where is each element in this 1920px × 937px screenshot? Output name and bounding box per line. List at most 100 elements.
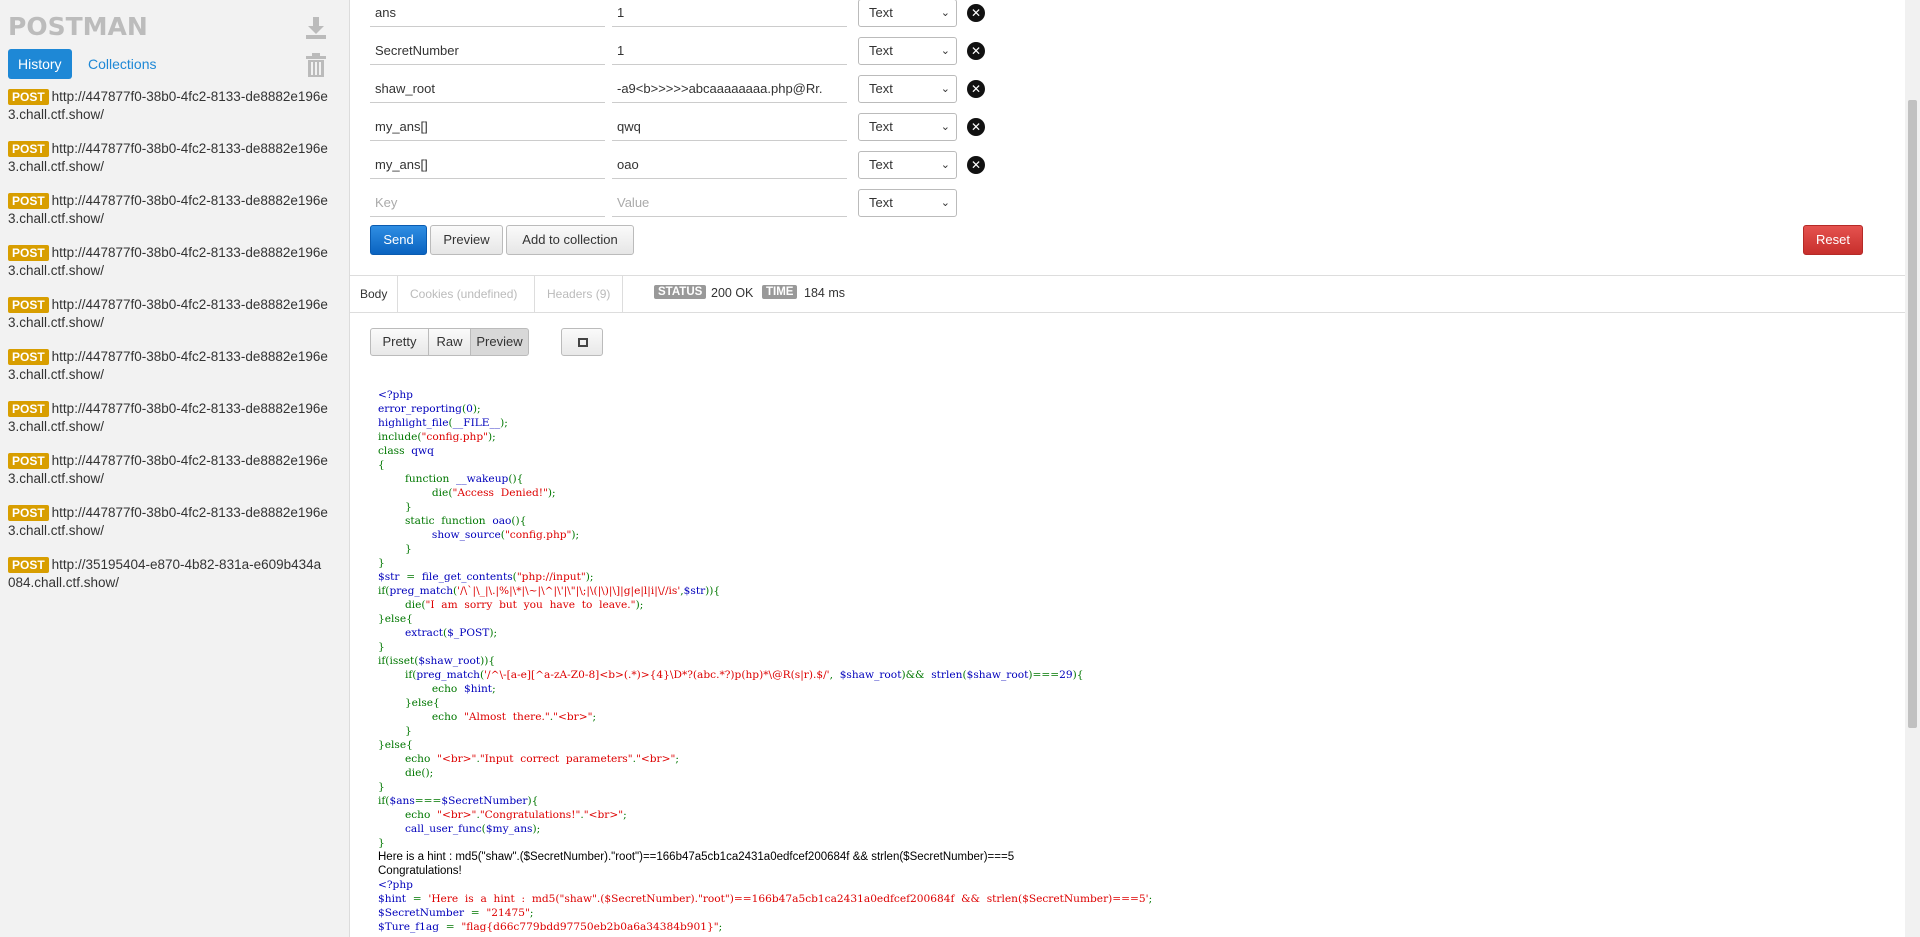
chevron-down-icon: ⌄	[940, 159, 950, 171]
tab-headers[interactable]: Headers (9)	[547, 287, 610, 301]
param-type-select[interactable]: Text ⌄	[858, 151, 957, 179]
param-value-input[interactable]	[612, 75, 847, 103]
chevron-down-icon: ⌄	[940, 121, 950, 133]
tab-divider	[622, 276, 623, 312]
code-token: );	[488, 431, 496, 443]
history-item[interactable]: POST http://447877f0-38b0-4fc2-8133-de888…	[8, 244, 338, 296]
trash-icon[interactable]	[305, 52, 327, 78]
time-label: TIME	[762, 285, 798, 299]
chevron-down-icon: ⌄	[940, 83, 950, 95]
history-item[interactable]: POST http://447877f0-38b0-4fc2-8133-de888…	[8, 88, 338, 140]
code-token: }	[378, 781, 385, 793]
param-key-input[interactable]	[370, 37, 605, 65]
param-value-input[interactable]	[612, 113, 847, 141]
param-key-input[interactable]	[370, 189, 605, 217]
tab-collections[interactable]: Collections	[88, 49, 156, 79]
code-token: {	[488, 655, 496, 667]
history-item[interactable]: POST http://447877f0-38b0-4fc2-8133-de888…	[8, 296, 338, 348]
tab-divider	[534, 276, 535, 312]
remove-param-icon[interactable]: ✕	[967, 4, 985, 22]
history-url: http://447877f0-38b0-4fc2-8133-de8882e19…	[8, 141, 328, 174]
history-item[interactable]: POST http://35195404-e870-4b82-831a-e609b…	[8, 556, 338, 608]
code-line: }	[378, 500, 1878, 514]
code-token: ;	[529, 907, 534, 919]
scrollbar-thumb[interactable]	[1908, 100, 1917, 728]
app-logo: POSTMAN	[8, 12, 148, 41]
param-type-select[interactable]: Text ⌄	[858, 189, 957, 217]
history-url: http://447877f0-38b0-4fc2-8133-de8882e19…	[8, 505, 328, 538]
history-url: http://35195404-e870-4b82-831a-e609b434a…	[8, 557, 322, 590]
param-value-input[interactable]	[612, 151, 847, 179]
code-line: die("I am sorry but you have to leave.")…	[378, 598, 1878, 612]
param-type-select[interactable]: Text ⌄	[858, 37, 957, 65]
tab-history[interactable]: History	[8, 49, 72, 79]
preview-button[interactable]: Preview	[430, 225, 503, 255]
code-token: }	[378, 837, 385, 849]
param-key-input[interactable]	[370, 0, 605, 27]
code-token: );	[571, 529, 580, 541]
method-badge: POST	[8, 297, 49, 313]
code-token: $shaw_root	[966, 669, 1029, 681]
code-line: }else{	[378, 738, 1878, 752]
code-token: Congratulations!	[378, 865, 462, 877]
code-token: if(isset(	[378, 655, 419, 667]
code-token: $hint	[464, 683, 493, 695]
param-key-input[interactable]	[370, 75, 605, 103]
tab-cookies[interactable]: Cookies (undefined)	[410, 287, 517, 301]
download-icon[interactable]	[305, 16, 327, 40]
fullscreen-icon[interactable]	[561, 328, 603, 356]
param-type-select[interactable]: Text ⌄	[858, 113, 957, 141]
history-item[interactable]: POST http://447877f0-38b0-4fc2-8133-de888…	[8, 400, 338, 452]
code-line: $str = file_get_contents("php://input");	[378, 570, 1878, 584]
code-token: preg_match	[389, 585, 454, 597]
code-token: <?php	[378, 879, 413, 891]
param-key-input[interactable]	[370, 151, 605, 179]
param-type-select[interactable]: Text ⌄	[858, 0, 957, 27]
code-token: }	[378, 557, 385, 569]
code-token: ===	[414, 795, 442, 807]
code-token: qwq	[411, 445, 434, 457]
code-token: file_get_contents	[421, 571, 513, 583]
code-token: )&&	[901, 669, 932, 681]
history-item[interactable]: POST http://447877f0-38b0-4fc2-8133-de888…	[8, 452, 338, 504]
code-line: }	[378, 640, 1878, 654]
code-token: echo	[378, 753, 438, 765]
method-badge: POST	[8, 89, 49, 105]
param-value-input[interactable]	[612, 189, 847, 217]
remove-param-icon[interactable]: ✕	[967, 80, 985, 98]
code-line: include("config.php");	[378, 430, 1878, 444]
code-line: die();	[378, 766, 1878, 780]
add-to-collection-button[interactable]: Add to collection	[506, 225, 634, 255]
tab-body[interactable]: Body	[360, 287, 387, 301]
view-preview-button[interactable]: Preview	[470, 328, 529, 356]
code-token: );	[547, 487, 556, 499]
param-value-input[interactable]	[612, 37, 847, 65]
reset-button[interactable]: Reset	[1803, 225, 1863, 255]
remove-param-icon[interactable]: ✕	[967, 118, 985, 136]
send-button[interactable]: Send	[370, 225, 427, 255]
param-type-select[interactable]: Text ⌄	[858, 75, 957, 103]
history-item[interactable]: POST http://447877f0-38b0-4fc2-8133-de888…	[8, 348, 338, 400]
param-key-input[interactable]	[370, 113, 605, 141]
code-token: );	[585, 571, 594, 583]
view-pretty-button[interactable]: Pretty	[370, 328, 429, 356]
remove-param-icon[interactable]: ✕	[967, 42, 985, 60]
code-line: }	[378, 724, 1878, 738]
code-line: <?php	[378, 388, 1878, 402]
code-token: function	[378, 473, 457, 485]
history-item[interactable]: POST http://447877f0-38b0-4fc2-8133-de888…	[8, 140, 338, 192]
scrollbar[interactable]	[1905, 0, 1920, 937]
code-token: (){	[511, 515, 527, 527]
history-item[interactable]: POST http://447877f0-38b0-4fc2-8133-de888…	[8, 192, 338, 244]
request-panel: Text⌄ ✕ Text⌄ ✕ Text⌄ ✕ Text⌄ ✕ Text⌄ ✕ …	[350, 0, 1905, 937]
code-token: $SecretNumber	[441, 795, 528, 807]
param-value-input[interactable]	[612, 0, 847, 27]
response-body: <?php error_reporting(0); highlight_file(_…	[378, 388, 1878, 934]
remove-param-icon[interactable]: ✕	[967, 156, 985, 174]
code-line: if(preg_match('/^\-[a-e][^a-zA-Z0-8]<b>(…	[378, 668, 1878, 682]
param-type-label: Text	[869, 43, 893, 58]
history-item[interactable]: POST http://447877f0-38b0-4fc2-8133-de888…	[8, 504, 338, 556]
view-raw-button[interactable]: Raw	[428, 328, 471, 356]
